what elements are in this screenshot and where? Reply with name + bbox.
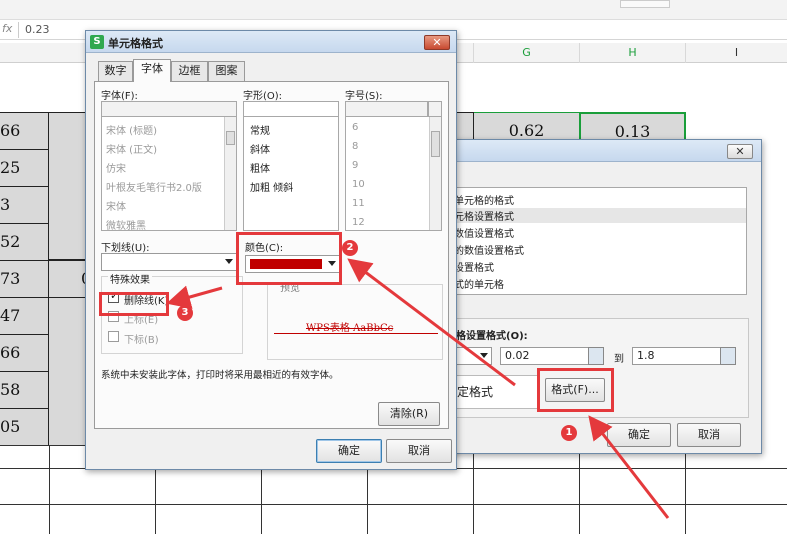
arrow-to-color: [347, 258, 516, 387]
arrow-to-strikethrough: [166, 285, 223, 309]
arrow-to-format-button: [588, 415, 670, 519]
tab-font[interactable]: 字体: [133, 59, 171, 82]
annotation-arrows: [166, 258, 670, 519]
